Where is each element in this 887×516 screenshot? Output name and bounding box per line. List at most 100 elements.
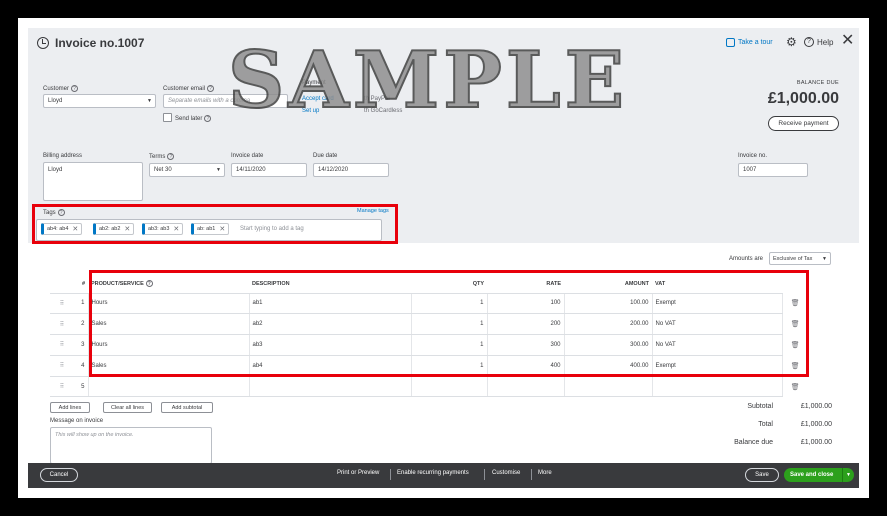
info-icon[interactable]: ? <box>204 115 212 122</box>
chevron-down-icon[interactable]: ▼ <box>842 468 854 482</box>
drag-handle-icon[interactable]: ⠿ <box>50 334 74 356</box>
drag-handle-icon[interactable]: ⠿ <box>50 355 74 377</box>
vat-cell[interactable]: No VAT <box>652 313 783 336</box>
payment-label: Payment <box>302 80 326 86</box>
trash-icon[interactable]: 🗑 <box>782 355 808 376</box>
billing-address-field[interactable]: Lloyd <box>43 162 143 201</box>
close-icon[interactable]: ✕ <box>219 225 225 233</box>
tag-label: ab: ab1 <box>197 226 216 232</box>
table-row[interactable]: ⠿ 1 Hours ab1 1 100 100.00 Exempt 🗑 <box>50 293 808 315</box>
qty-cell[interactable]: 1 <box>411 313 488 336</box>
table-row[interactable]: ⠿ 3 Hours ab3 1 300 300.00 No VAT 🗑 <box>50 334 808 356</box>
save-button[interactable]: Save <box>745 468 779 482</box>
total-value: £1,000.00 <box>800 421 832 428</box>
table-row[interactable]: ⠿ 2 Sales ab2 1 200 200.00 No VAT 🗑 <box>50 313 808 336</box>
product-cell[interactable]: Hours <box>88 334 250 356</box>
vat-cell[interactable]: Exempt <box>652 355 783 377</box>
recurring-payments-button[interactable]: Enable recurring payments <box>397 470 469 476</box>
amount-cell[interactable] <box>564 376 653 398</box>
manage-tags-link[interactable]: Manage tags <box>357 208 389 214</box>
trash-icon[interactable]: 🗑 <box>782 314 808 335</box>
info-icon[interactable]: ? <box>71 85 79 92</box>
tag-chip[interactable]: ab2: ab2 ✕ <box>93 223 135 235</box>
info-icon[interactable]: ? <box>207 85 215 92</box>
rate-cell[interactable]: 400 <box>487 355 565 377</box>
tags-input[interactable]: ab4: ab4 ✕ ab2: ab2 ✕ ab3: ab3 ✕ ab: ab1 ✕ S… <box>36 219 382 241</box>
rate-cell[interactable]: 300 <box>487 334 565 356</box>
terms-value: Net 30 <box>154 167 172 173</box>
setup-link[interactable]: Set up <box>302 108 319 114</box>
due-date-field[interactable]: 14/12/2020 <box>313 163 389 177</box>
more-button[interactable]: More <box>538 470 552 476</box>
product-cell[interactable] <box>88 376 250 398</box>
tag-chip[interactable]: ab: ab1 ✕ <box>191 223 230 235</box>
rate-cell[interactable]: 100 <box>487 293 565 315</box>
invoice-no-field[interactable]: 1007 <box>738 163 808 177</box>
send-later-checkbox[interactable] <box>163 113 172 122</box>
customer-email-field[interactable]: Separate emails with a comma <box>163 94 288 108</box>
close-icon[interactable]: ✕ <box>841 33 854 49</box>
trash-icon[interactable]: 🗑 <box>782 293 808 314</box>
cancel-button[interactable]: Cancel <box>40 468 78 482</box>
qty-cell[interactable]: 1 <box>411 355 488 377</box>
close-icon[interactable]: ✕ <box>72 225 78 233</box>
tag-chip[interactable]: ab4: ab4 ✕ <box>41 223 83 235</box>
customise-button[interactable]: Customise <box>492 470 520 476</box>
close-icon[interactable]: ✕ <box>124 225 130 233</box>
rate-cell[interactable] <box>487 376 565 398</box>
amount-cell[interactable]: 100.00 <box>564 293 653 315</box>
table-row[interactable]: ⠿ 4 Sales ab4 1 400 400.00 Exempt 🗑 <box>50 355 808 377</box>
customer-select[interactable]: Lloyd ▼ <box>43 94 156 108</box>
amount-cell[interactable]: 200.00 <box>564 313 653 336</box>
subtotal-value: £1,000.00 <box>800 403 832 410</box>
amount-cell[interactable]: 300.00 <box>564 334 653 356</box>
terms-select[interactable]: Net 30 ▼ <box>149 163 225 177</box>
help-button[interactable]: ? Help <box>804 37 833 47</box>
close-icon[interactable]: ✕ <box>173 225 179 233</box>
qty-cell[interactable]: 1 <box>411 293 488 315</box>
rate-cell[interactable]: 200 <box>487 313 565 336</box>
description-cell[interactable]: ab3 <box>249 334 412 356</box>
description-cell[interactable] <box>249 376 412 398</box>
description-cell[interactable]: ab4 <box>249 355 412 377</box>
info-icon[interactable]: ? <box>145 280 153 288</box>
product-cell[interactable]: Sales <box>88 355 250 377</box>
history-icon[interactable] <box>37 37 49 49</box>
product-cell[interactable]: Sales <box>88 313 250 336</box>
take-tour-link[interactable]: Take a tour <box>726 38 773 47</box>
amounts-are-select[interactable]: Exclusive of Tax ▼ <box>769 252 831 265</box>
table-row[interactable]: ⠿ 5 🗑 <box>50 376 808 398</box>
description-cell[interactable]: ab1 <box>249 293 412 315</box>
save-and-close-button[interactable]: Save and close ▼ <box>784 468 854 482</box>
print-preview-button[interactable]: Print or Preview <box>337 470 379 476</box>
drag-handle-icon[interactable]: ⠿ <box>50 376 74 398</box>
vat-cell[interactable] <box>652 376 783 398</box>
message-field[interactable]: This will show up on the invoice. <box>50 427 212 464</box>
add-lines-button[interactable]: Add lines <box>50 402 90 413</box>
qty-cell[interactable] <box>411 376 488 398</box>
product-cell[interactable]: Hours <box>88 293 250 315</box>
amount-cell[interactable]: 400.00 <box>564 355 653 377</box>
clear-all-lines-button[interactable]: Clear all lines <box>103 402 152 413</box>
info-icon[interactable]: ? <box>167 153 175 160</box>
info-icon[interactable]: ? <box>57 209 65 216</box>
trash-icon[interactable]: 🗑 <box>782 376 808 397</box>
qty-cell[interactable]: 1 <box>411 334 488 356</box>
vat-cell[interactable]: No VAT <box>652 334 783 356</box>
drag-handle-icon[interactable]: ⠿ <box>50 313 74 336</box>
tag-placeholder: Start typing to add a tag <box>240 226 304 232</box>
drag-header <box>50 275 74 294</box>
description-cell[interactable]: ab2 <box>249 313 412 336</box>
tag-chip[interactable]: ab3: ab3 ✕ <box>142 223 184 235</box>
invoice-date-field[interactable]: 14/11/2020 <box>231 163 307 177</box>
vat-cell[interactable]: Exempt <box>652 293 783 315</box>
drag-handle-icon[interactable]: ⠿ <box>50 293 74 315</box>
receive-payment-button[interactable]: Receive payment <box>768 116 839 131</box>
trash-icon[interactable]: 🗑 <box>782 335 808 356</box>
add-subtotal-button[interactable]: Add subtotal <box>161 402 213 413</box>
accept-card-link[interactable]: Accept card <box>302 96 334 102</box>
line-items-table: # PRODUCT/SERVICE? DESCRIPTION QTY RATE … <box>50 275 808 398</box>
gear-icon[interactable]: ⚙ <box>786 36 797 48</box>
help-label: Help <box>817 37 834 47</box>
product-header-text: PRODUCT/SERVICE <box>91 281 144 288</box>
